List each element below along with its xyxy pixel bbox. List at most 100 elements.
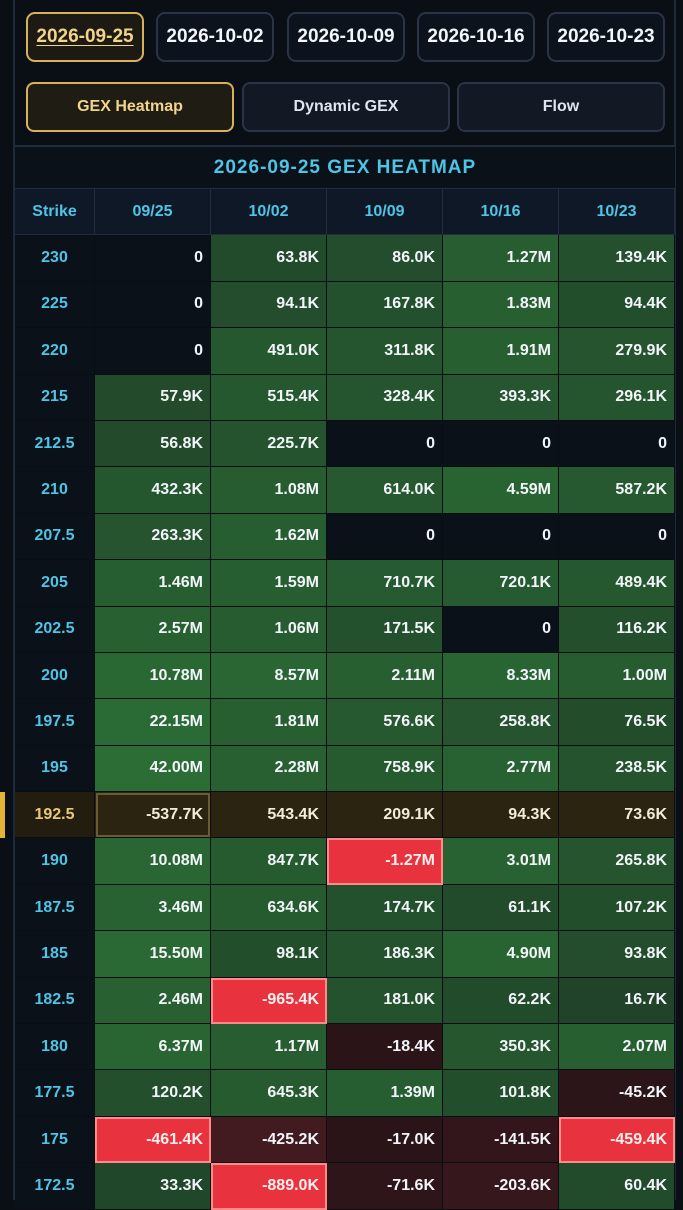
gex-cell: 56.8K xyxy=(95,420,211,468)
gex-cell: 2.46M xyxy=(95,977,211,1025)
strike-cell: 225 xyxy=(15,281,95,329)
tab-gex-heatmap[interactable]: GEX Heatmap xyxy=(26,82,234,132)
strike-cell: 180 xyxy=(15,1024,95,1071)
gex-cell: 2.11M xyxy=(327,652,443,700)
gex-cell: 634.6K xyxy=(211,884,327,932)
gex-cell: 720.1K xyxy=(443,560,559,607)
gex-cell: 491.0K xyxy=(211,328,327,375)
gex-cell: 0 xyxy=(559,420,675,468)
heatmap-row: 180 6.37M 1.17M -18.4K 350.3K 2.07M xyxy=(15,1024,675,1071)
gex-cell: 758.9K xyxy=(327,745,443,793)
date-tab-2[interactable]: 2026-10-02 xyxy=(156,12,274,62)
gex-cell: 263.3K xyxy=(95,513,211,561)
gex-cell: -537.7K xyxy=(95,792,211,839)
date-tab-4[interactable]: 2026-10-16 xyxy=(417,12,535,62)
heatmap-title: 2026-09-25 GEX HEATMAP xyxy=(15,145,675,189)
strike-cell: 172.5 xyxy=(15,1163,95,1210)
gex-cell: 0 xyxy=(95,328,211,375)
gex-cell: 258.8K xyxy=(443,699,559,746)
gex-cell: 1.08M xyxy=(211,467,327,514)
date-tab-label: 2026-10-09 xyxy=(297,26,395,47)
date-tab-3[interactable]: 2026-10-09 xyxy=(287,12,405,62)
gex-cell: 94.4K xyxy=(559,281,675,329)
gex-cell: 0 xyxy=(443,606,559,653)
gex-cell: 350.3K xyxy=(443,1024,559,1071)
date-tab-label: 2026-09-25 xyxy=(36,26,134,47)
strike-cell: 192.5 xyxy=(15,792,95,839)
gex-cell: -425.2K xyxy=(211,1116,327,1164)
gex-cell: 73.6K xyxy=(559,792,675,839)
gex-cell: 139.4K xyxy=(559,235,675,282)
gex-cell: 6.37M xyxy=(95,1024,211,1071)
gex-cell: 225.7K xyxy=(211,420,327,468)
gex-cell: 0 xyxy=(95,235,211,282)
heatmap-row: 195 42.00M 2.28M 758.9K 2.77M 238.5K xyxy=(15,745,675,793)
gex-cell: 116.2K xyxy=(559,606,675,653)
strike-cell: 187.5 xyxy=(15,884,95,932)
gex-cell: 209.1K xyxy=(327,792,443,839)
gex-cell: -461.4K xyxy=(95,1116,211,1164)
gex-cell: 33.3K xyxy=(95,1163,211,1210)
date-tab-1[interactable]: 2026-09-25 xyxy=(26,12,144,62)
gex-cell: 328.4K xyxy=(327,374,443,421)
heatmap-row: 205 1.46M 1.59M 710.7K 720.1K 489.4K xyxy=(15,560,675,607)
gex-cell: -141.5K xyxy=(443,1116,559,1164)
gex-cell: 543.4K xyxy=(211,792,327,839)
gex-cell: 265.8K xyxy=(559,838,675,885)
column-header: 10/02 xyxy=(211,189,327,236)
strike-cell: 195 xyxy=(15,745,95,793)
gex-cell: 42.00M xyxy=(95,745,211,793)
gex-cell: 8.57M xyxy=(211,652,327,700)
date-tab-label: 2026-10-02 xyxy=(166,26,264,47)
strike-cell: 177.5 xyxy=(15,1070,95,1117)
gex-cell: 1.62M xyxy=(211,513,327,561)
gex-cell: 60.4K xyxy=(559,1163,675,1210)
strike-cell: 230 xyxy=(15,235,95,282)
gex-cell: 847.7K xyxy=(211,838,327,885)
gex-cell: 710.7K xyxy=(327,560,443,607)
gex-cell: 576.6K xyxy=(327,699,443,746)
heatmap-row: 215 57.9K 515.4K 328.4K 393.3K 296.1K xyxy=(15,374,675,421)
gex-cell: -965.4K xyxy=(211,977,327,1025)
gex-cell: -17.0K xyxy=(327,1116,443,1164)
tab-label: Dynamic GEX xyxy=(293,98,399,115)
gex-cell: 432.3K xyxy=(95,467,211,514)
gex-cell: 3.46M xyxy=(95,884,211,932)
date-tab-5[interactable]: 2026-10-23 xyxy=(547,12,665,62)
tab-label: GEX Heatmap xyxy=(77,98,183,115)
gex-cell: 107.2K xyxy=(559,884,675,932)
heatmap-row: 207.5 263.3K 1.62M 0 0 0 xyxy=(15,513,675,561)
column-header: 10/16 xyxy=(443,189,559,236)
gex-cell: 181.0K xyxy=(327,977,443,1025)
gex-cell: 393.3K xyxy=(443,374,559,421)
gex-cell: 1.59M xyxy=(211,560,327,607)
gex-cell: -18.4K xyxy=(327,1024,443,1071)
heatmap-row: 197.5 22.15M 1.81M 576.6K 258.8K 76.5K xyxy=(15,699,675,746)
gex-cell: 94.1K xyxy=(211,281,327,329)
heatmap-row: 212.5 56.8K 225.7K 0 0 0 xyxy=(15,420,675,468)
gex-cell: -1.27M xyxy=(327,838,443,885)
heatmap-row: 230 0 63.8K 86.0K 1.27M 139.4K xyxy=(15,235,675,282)
gex-cell: 10.78M xyxy=(95,652,211,700)
gex-cell: 1.46M xyxy=(95,560,211,607)
gex-cell: 279.9K xyxy=(559,328,675,375)
gex-cell: 0 xyxy=(443,513,559,561)
gex-cell: 614.0K xyxy=(327,467,443,514)
tab-dynamic-gex[interactable]: Dynamic GEX xyxy=(242,82,450,132)
gex-cell: 2.28M xyxy=(211,745,327,793)
gex-cell: 186.3K xyxy=(327,931,443,978)
column-header: 10/23 xyxy=(559,189,675,236)
gex-cell: 0 xyxy=(327,420,443,468)
gex-cell: 93.8K xyxy=(559,931,675,978)
gex-cell: 8.33M xyxy=(443,652,559,700)
heatmap-row: 225 0 94.1K 167.8K 1.83M 94.4K xyxy=(15,281,675,329)
strike-cell: 205 xyxy=(15,560,95,607)
gex-cell: 10.08M xyxy=(95,838,211,885)
gex-cell: 3.01M xyxy=(443,838,559,885)
gex-cell: 61.1K xyxy=(443,884,559,932)
gex-cell: 0 xyxy=(559,513,675,561)
gex-cell: 238.5K xyxy=(559,745,675,793)
gex-cell: 296.1K xyxy=(559,374,675,421)
current-price-marker xyxy=(0,792,5,839)
tab-flow[interactable]: Flow xyxy=(457,82,665,132)
